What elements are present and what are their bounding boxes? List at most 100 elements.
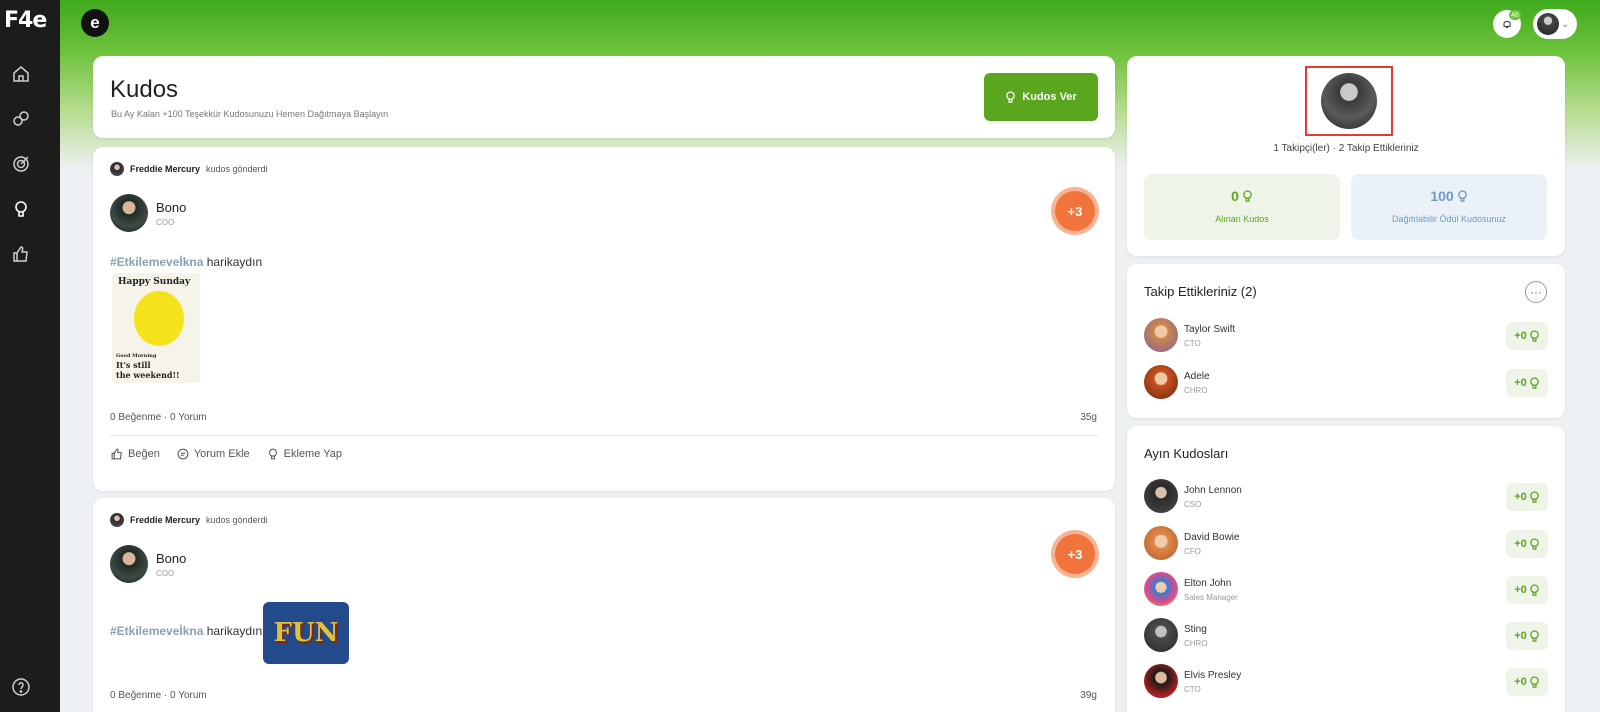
avatar: [1144, 572, 1178, 606]
thumbs-up-icon[interactable]: [11, 244, 31, 264]
list-item[interactable]: Sting CHRO +0: [1144, 618, 1548, 652]
like-button[interactable]: Beğen: [110, 447, 160, 461]
received-kudos-value: 0: [1231, 188, 1239, 204]
kudos-icon: [1529, 490, 1539, 503]
sender-name[interactable]: Freddie Mercury: [130, 164, 200, 174]
avatar: [1144, 526, 1178, 560]
brand-logo[interactable]: e: [81, 9, 109, 37]
post-recipient: Bono COO: [110, 194, 186, 232]
recipient-role: COO: [156, 568, 175, 578]
add-kudos-label: Ekleme Yap: [283, 448, 342, 460]
person-role: CHRO: [1184, 639, 1208, 648]
hashtag[interactable]: #Etkilemeveİkna: [110, 624, 203, 638]
page-title: Kudos: [110, 76, 179, 103]
post-age: 39g: [1080, 690, 1097, 701]
profile-card: 1 Takipçi(ler) · 2 Takip Ettikleriniz 0 …: [1127, 56, 1565, 256]
give-kudos-button[interactable]: Kudos Ver: [984, 73, 1098, 121]
person-name: Adele: [1184, 371, 1210, 382]
avatar[interactable]: [110, 162, 124, 176]
profile-avatar-highlight: [1305, 66, 1393, 136]
avatar: [1144, 664, 1178, 698]
avatar[interactable]: [110, 194, 148, 232]
list-item[interactable]: Elton John Sales Manager +0: [1144, 572, 1548, 606]
add-kudos-button[interactable]: Ekleme Yap: [266, 447, 342, 461]
app-logo[interactable]: F4e: [4, 8, 47, 33]
person-name: Taylor Swift: [1184, 324, 1236, 335]
kudos-icon: [1529, 675, 1539, 688]
help-icon[interactable]: [11, 677, 31, 697]
recipient-role: COO: [156, 217, 175, 227]
avatar: [1144, 618, 1178, 652]
recipient-name[interactable]: Bono: [156, 200, 186, 215]
sender-action: kudos gönderdi: [206, 515, 268, 525]
distributable-kudos-value: 100: [1430, 188, 1454, 204]
community-icon[interactable]: [11, 109, 31, 129]
post-actions: Beğen Yorum Ekle Ekleme Yap: [110, 447, 342, 461]
like-label: Beğen: [128, 448, 160, 460]
kudos-icon: [1529, 583, 1539, 596]
kudos-count-button[interactable]: +0: [1506, 369, 1548, 397]
kudos-count-button[interactable]: +0: [1506, 576, 1548, 604]
post-stats: 0 Beğenme · 0 Yorum: [110, 412, 207, 423]
sender-name[interactable]: Freddie Mercury: [130, 515, 200, 525]
kudos-count-button[interactable]: +0: [1506, 322, 1548, 350]
thumbs-up-icon: [111, 448, 122, 460]
avatar: [1144, 479, 1178, 513]
bell-icon: [1503, 21, 1511, 29]
post-gif: FUN: [263, 602, 349, 664]
sidebar: F4e: [0, 0, 60, 712]
avatar[interactable]: [110, 545, 148, 583]
kudos-count-button[interactable]: +0: [1506, 483, 1548, 511]
list-item[interactable]: Taylor Swift CTO +0: [1144, 318, 1548, 352]
avatar[interactable]: [110, 513, 124, 527]
person-name: Sting: [1184, 624, 1207, 635]
distributable-kudos-box: 100 Dağıtılabilir Ödül Kudosunuz: [1351, 174, 1547, 240]
avatar: [1144, 365, 1178, 399]
list-item[interactable]: David Bowie CFO +0: [1144, 526, 1548, 560]
target-icon[interactable]: [11, 154, 31, 174]
gif-caption-bottom: Good Morning It's still the weekend!!: [116, 353, 180, 380]
comment-icon: [177, 448, 189, 460]
list-item[interactable]: John Lennon CSO +0: [1144, 479, 1548, 513]
recipient-name[interactable]: Bono: [156, 551, 186, 566]
add-comment-button[interactable]: Yorum Ekle: [176, 447, 250, 461]
list-item[interactable]: Elvis Presley CTO +0: [1144, 664, 1548, 698]
home-icon[interactable]: [11, 64, 31, 84]
kudos-icon[interactable]: [11, 199, 31, 219]
kudos-count-button[interactable]: +0: [1506, 668, 1548, 696]
person-name: John Lennon: [1184, 485, 1242, 496]
list-item[interactable]: Adele CHRO +0: [1144, 365, 1548, 399]
kudos-icon: [1529, 376, 1539, 389]
hashtag[interactable]: #Etkilemeveİkna: [110, 255, 203, 269]
followers-summary[interactable]: 1 Takipçi(ler) · 2 Takip Ettikleriniz: [1127, 143, 1565, 154]
notification-badge: 46: [1509, 10, 1521, 20]
post-message: #Etkilemeveİkna harikaydın: [110, 624, 262, 638]
avatar: [1537, 13, 1559, 35]
comment-label: Yorum Ekle: [193, 448, 250, 460]
gif-caption: Happy Sunday: [118, 277, 191, 287]
post-stats: 0 Beğenme · 0 Yorum: [110, 690, 207, 701]
person-name: Elvis Presley: [1184, 670, 1242, 681]
kudos-post: Freddie Mercury kudos gönderdi Bono COO …: [93, 147, 1115, 491]
profile-avatar[interactable]: [1321, 73, 1377, 129]
monthly-kudos-card: Ayın Kudosları John Lennon CSO +0 David …: [1127, 426, 1565, 712]
following-card: Takip Ettikleriniz (2) ··· Taylor Swift …: [1127, 264, 1565, 418]
kudos-count-button[interactable]: +0: [1506, 622, 1548, 650]
person-role: CSO: [1184, 500, 1202, 509]
person-name: David Bowie: [1184, 532, 1240, 543]
page-subtitle: Bu Ay Kalan +100 Teşekkür Kudosunuzu Hem…: [111, 109, 389, 119]
kudos-points-badge: +3: [1055, 191, 1095, 231]
tweety-image: [134, 291, 184, 346]
kudos-icon: [268, 448, 277, 460]
kudos-icon: [1243, 189, 1252, 202]
person-role: CTO: [1184, 685, 1201, 694]
more-button[interactable]: ···: [1525, 281, 1547, 303]
user-menu[interactable]: ⌄: [1533, 9, 1577, 39]
person-role: CHRO: [1184, 386, 1208, 395]
kudos-icon: [1529, 329, 1539, 342]
kudos-count-button[interactable]: +0: [1506, 530, 1548, 558]
post-recipient: Bono COO: [110, 545, 186, 583]
gif-text: FUN: [273, 618, 339, 648]
post-sender: Freddie Mercury kudos gönderdi: [110, 162, 268, 176]
chevron-down-icon: ⌄: [1561, 18, 1570, 30]
